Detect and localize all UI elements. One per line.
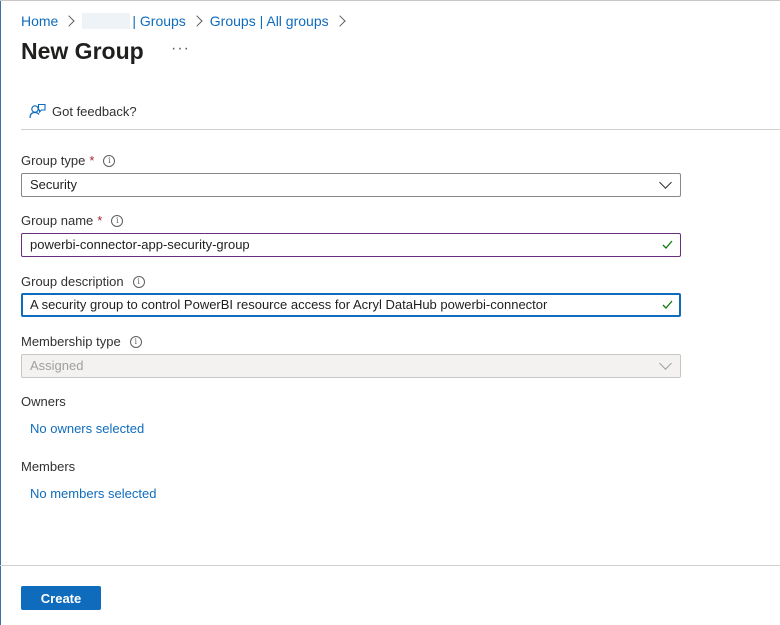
feedback-label: Got feedback? <box>52 104 137 119</box>
chevron-right-icon <box>191 15 203 27</box>
group-description-value: A security group to control PowerBI reso… <box>30 297 548 312</box>
breadcrumb-home[interactable]: Home <box>21 13 58 29</box>
group-type-label: Group type * i <box>21 153 116 168</box>
group-description-input[interactable]: A security group to control PowerBI reso… <box>21 293 681 317</box>
chevron-down-icon <box>659 357 672 370</box>
members-label-text: Members <box>21 459 76 474</box>
breadcrumb-all-groups[interactable]: Groups | All groups <box>210 13 329 29</box>
toolbar-divider <box>21 129 780 130</box>
group-description-label-text: Group description <box>21 274 124 289</box>
feedback-icon <box>29 103 46 119</box>
no-owners-selected-link[interactable]: No owners selected <box>30 421 144 436</box>
membership-type-label-text: Membership type <box>21 334 121 349</box>
chevron-down-icon <box>659 176 672 189</box>
group-type-label-text: Group type <box>21 153 86 168</box>
owners-label: Owners <box>21 394 66 409</box>
info-icon[interactable]: i <box>103 154 116 167</box>
group-name-input[interactable]: powerbi-connector-app-security-group <box>21 233 681 257</box>
feedback-button[interactable]: Got feedback? <box>29 103 137 120</box>
chevron-right-icon <box>63 15 76 27</box>
info-icon[interactable]: i <box>132 275 145 288</box>
info-icon[interactable]: i <box>129 335 142 348</box>
window-left-border <box>0 0 1 625</box>
group-name-value: powerbi-connector-app-security-group <box>30 237 250 252</box>
group-type-value: Security <box>30 177 77 192</box>
chevron-right-icon <box>333 15 346 27</box>
required-marker: * <box>89 153 95 168</box>
membership-type-dropdown: Assigned <box>21 354 681 378</box>
page-title: New Group <box>21 38 144 64</box>
membership-type-label: Membership type i <box>21 334 142 349</box>
members-label: Members <box>21 459 75 474</box>
checkmark-icon <box>662 300 673 309</box>
group-type-dropdown[interactable]: Security <box>21 173 681 197</box>
no-members-selected-link[interactable]: No members selected <box>30 486 156 501</box>
membership-type-value: Assigned <box>30 358 84 373</box>
group-name-label: Group name * i <box>21 213 124 228</box>
create-button[interactable]: Create <box>21 586 101 610</box>
more-options-button[interactable]: ··· <box>171 40 190 58</box>
info-icon[interactable]: i <box>111 214 124 227</box>
redacted-tenant-name <box>82 13 131 29</box>
footer-divider <box>0 565 780 566</box>
window-top-border <box>0 0 780 1</box>
required-marker: * <box>97 213 103 228</box>
checkmark-icon <box>662 240 673 249</box>
breadcrumb: Home | Groups Groups | All groups <box>21 12 353 30</box>
breadcrumb-groups[interactable]: | Groups <box>132 13 185 29</box>
group-description-label: Group description i <box>21 274 145 289</box>
owners-label-text: Owners <box>21 394 66 409</box>
group-name-label-text: Group name <box>21 213 94 228</box>
